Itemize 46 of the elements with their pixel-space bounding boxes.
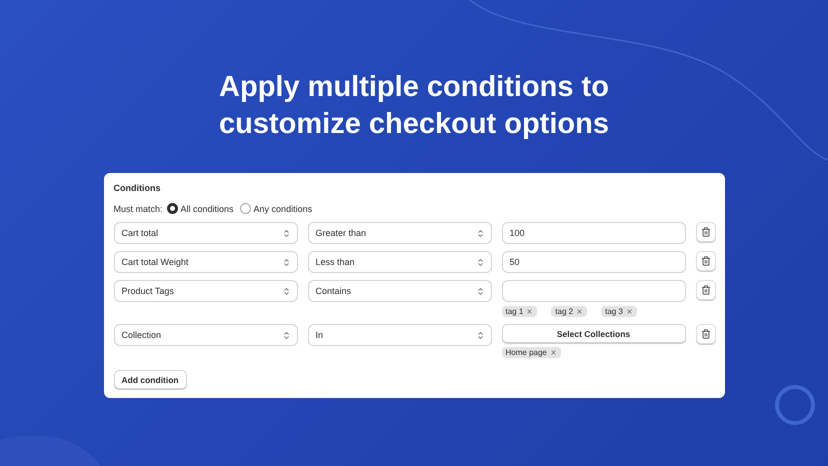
- field-select[interactable]: Cart total: [114, 222, 298, 244]
- radio-button[interactable]: [240, 203, 251, 214]
- operator-select[interactable]: Less than: [308, 251, 492, 273]
- trash-icon: [700, 256, 710, 266]
- field-select[interactable]: Collection: [114, 324, 298, 346]
- tag: tag 2: [551, 306, 588, 317]
- radio-button[interactable]: [166, 203, 178, 214]
- delete-button[interactable]: [696, 324, 716, 344]
- trash-icon: [700, 285, 710, 295]
- trash-icon: [700, 329, 710, 339]
- operator-select[interactable]: Contains: [308, 280, 492, 302]
- match-label: Must match:: [114, 204, 163, 214]
- remove-icon[interactable]: [626, 308, 633, 315]
- chevron-icon: [476, 228, 484, 238]
- tag: Home page: [502, 347, 561, 358]
- chevron-icon: [476, 330, 484, 340]
- remove-icon[interactable]: [526, 308, 534, 315]
- delete-button[interactable]: [696, 222, 716, 242]
- remove-icon[interactable]: [576, 308, 584, 315]
- operator-select[interactable]: In: [308, 324, 492, 346]
- radio-label: All conditions: [180, 204, 234, 214]
- select-collections-button[interactable]: Select Collections: [502, 324, 686, 343]
- delete-button[interactable]: [696, 280, 716, 300]
- tag: tag 1: [502, 306, 538, 317]
- value-field[interactable]: 100: [502, 222, 686, 244]
- headline: Apply multiple conditions to: [219, 70, 609, 105]
- ring-drawing: [775, 385, 815, 425]
- tag: tag 3: [601, 306, 637, 317]
- field-select[interactable]: Cart total Weight: [114, 251, 298, 273]
- field-select[interactable]: Product Tags: [114, 280, 298, 302]
- chevron-icon: [282, 330, 290, 340]
- trash-icon: [700, 227, 710, 237]
- value-field[interactable]: 50: [502, 251, 686, 273]
- remove-icon[interactable]: [550, 349, 557, 356]
- delete-button[interactable]: [696, 251, 716, 271]
- headline: customize checkout options: [219, 107, 609, 142]
- chevron-icon: [476, 286, 484, 296]
- chevron-icon: [282, 286, 290, 296]
- chevron-icon: [282, 228, 290, 238]
- operator-select[interactable]: Greater than: [308, 222, 492, 244]
- chevron-icon: [476, 258, 484, 266]
- add-condition-button[interactable]: Add condition: [114, 370, 187, 389]
- chevron-icon: [282, 258, 290, 266]
- radio-label: Any conditions: [254, 204, 312, 214]
- card-title: Conditions: [114, 183, 162, 193]
- value-field[interactable]: [502, 280, 686, 302]
